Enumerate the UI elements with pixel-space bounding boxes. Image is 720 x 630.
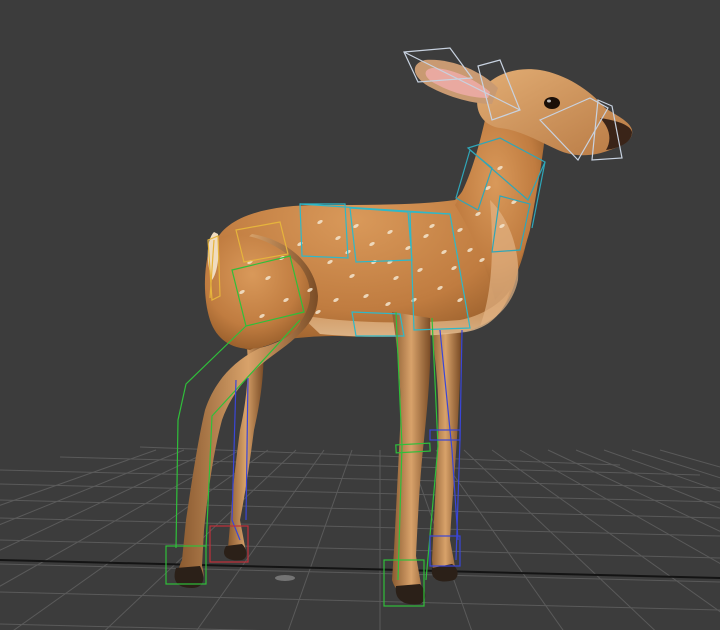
grid-line <box>659 449 720 468</box>
hoof-back-near <box>174 566 204 588</box>
grid-line <box>463 449 656 630</box>
ground-shadow <box>275 575 295 581</box>
grid-line <box>0 591 720 611</box>
ground-grid <box>0 446 720 630</box>
fawn-eye-highlight <box>547 99 551 103</box>
grid-center-line <box>0 559 720 579</box>
grid-line <box>0 449 185 526</box>
grid-line <box>0 449 213 551</box>
grid-line <box>0 623 261 630</box>
grid-line <box>631 449 720 479</box>
grid-line <box>603 449 720 492</box>
grid-line <box>547 449 720 532</box>
grid-line <box>0 517 720 537</box>
3d-viewport[interactable] <box>0 0 720 630</box>
grid-line <box>0 563 720 583</box>
grid-line <box>0 539 720 559</box>
viewport-scene[interactable] <box>0 0 720 630</box>
grid-line <box>0 449 157 506</box>
hoof-back-far <box>223 544 247 561</box>
fawn-eye <box>544 97 560 109</box>
grid-line <box>575 449 720 509</box>
grid-line <box>519 449 720 565</box>
hoof-front-near <box>395 584 426 605</box>
